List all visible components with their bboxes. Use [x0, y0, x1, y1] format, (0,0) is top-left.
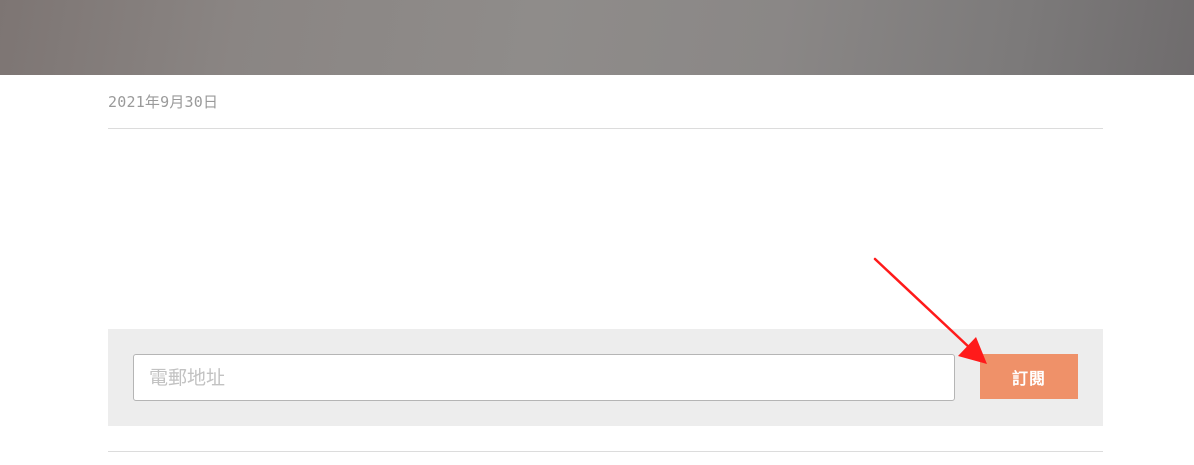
header-banner-image — [0, 0, 1194, 75]
subscribe-button[interactable]: 訂閱 — [980, 354, 1078, 399]
post-date: 2021年9月30日 — [108, 93, 219, 111]
email-field[interactable] — [133, 354, 955, 401]
divider — [108, 128, 1103, 129]
divider — [108, 451, 1103, 452]
subscribe-form: 訂閱 — [108, 329, 1103, 426]
